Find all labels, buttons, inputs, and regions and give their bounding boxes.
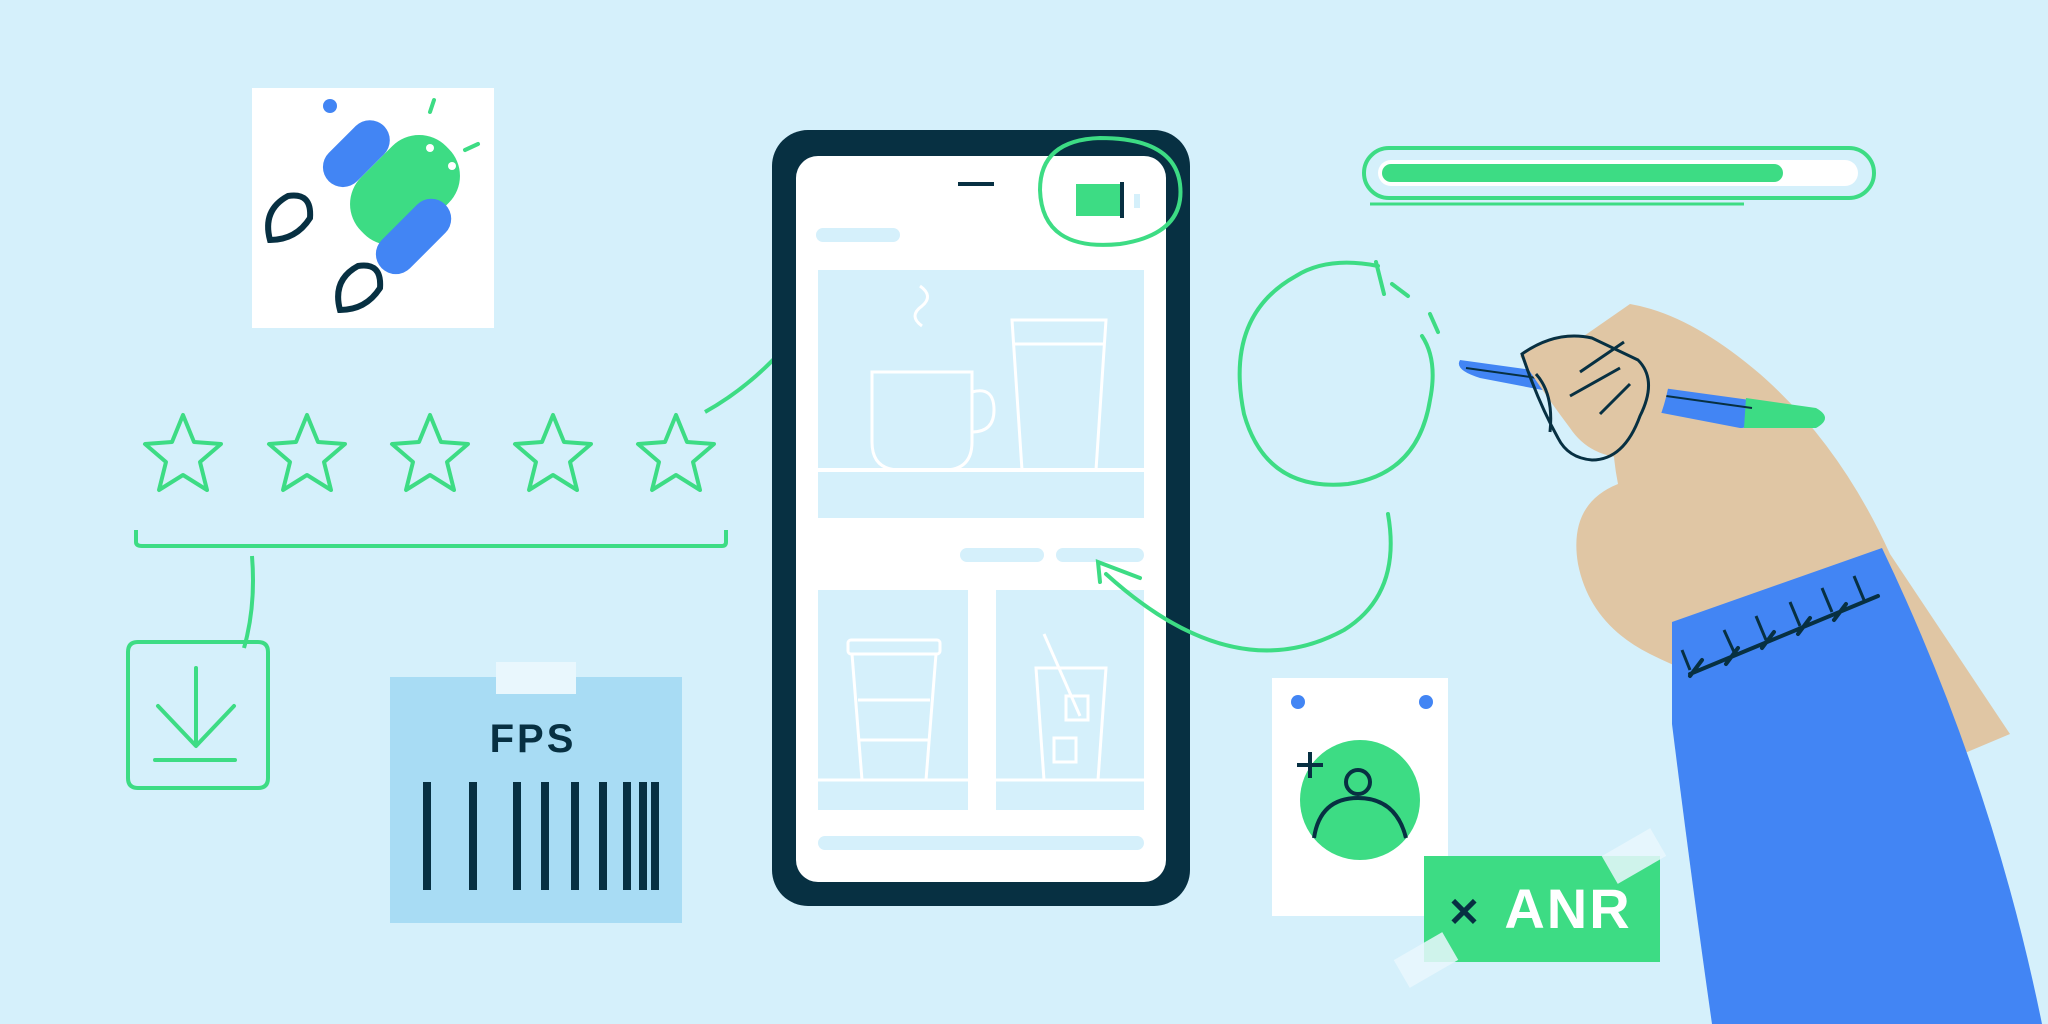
hero-panel — [818, 270, 1144, 518]
progress-fill — [1382, 164, 1783, 182]
phone — [772, 130, 1190, 906]
illustration-canvas: FPS ✕ ANR — [0, 0, 2048, 1024]
profile-card — [1272, 678, 1448, 916]
anr-close-icon: ✕ — [1447, 891, 1481, 935]
battery-icon — [1076, 184, 1120, 216]
fps-barcode-card: FPS — [390, 662, 682, 923]
product-tile-2 — [996, 590, 1144, 810]
fps-label: FPS — [490, 717, 577, 761]
anr-label: ANR — [1504, 877, 1631, 940]
android-rocket-card — [252, 88, 494, 328]
product-tile-1 — [818, 590, 968, 810]
